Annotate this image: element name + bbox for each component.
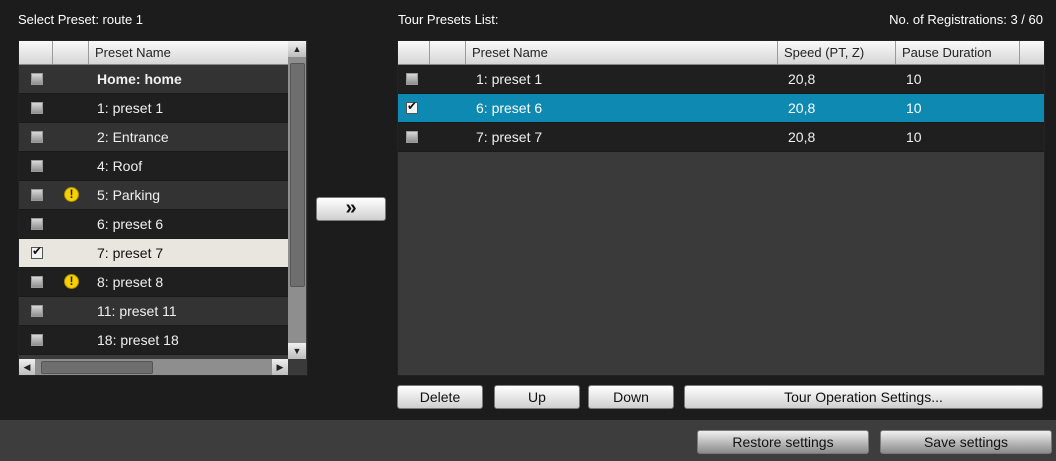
preset-list-horizontal-scrollbar[interactable]: ◀ ▶ (19, 359, 288, 375)
preset-name: 5: Parking (97, 187, 161, 203)
scroll-down-icon[interactable]: ▼ (288, 343, 306, 359)
preset-name: 6: preset 6 (97, 216, 164, 232)
preset-list-panel: Preset Name Home: home 1: preset 1 2: Entr… (18, 40, 308, 376)
preset-name: 2: Entrance (97, 129, 169, 145)
restore-settings-button[interactable]: Restore settings (697, 430, 869, 454)
preset-row[interactable]: 4: Roof (19, 152, 288, 181)
preset-row[interactable]: ! 5: Parking (19, 181, 288, 210)
preset-checkbox[interactable] (31, 244, 43, 259)
tour-preset-name: 6: preset 6 (476, 100, 543, 116)
check-column-header (19, 41, 53, 64)
preset-row[interactable]: 6: preset 6 (19, 210, 288, 239)
warning-icon: ! (64, 187, 79, 202)
preset-name-column-header[interactable]: Preset Name (466, 41, 778, 64)
preset-list-vertical-scrollbar[interactable]: ▲ ▼ (288, 41, 306, 359)
delete-button[interactable]: Delete (397, 385, 483, 409)
tour-preset-checkbox[interactable] (406, 131, 418, 143)
footer-bar: Restore settings Save settings (0, 420, 1056, 461)
scroll-up-icon[interactable]: ▲ (288, 41, 306, 57)
preset-checkbox[interactable] (31, 73, 43, 85)
preset-row[interactable]: 7: preset 7 (19, 239, 288, 268)
tour-list-header: Preset Name Speed (PT, Z) Pause Duration (398, 41, 1044, 65)
save-settings-button[interactable]: Save settings (880, 430, 1052, 454)
preset-checkbox[interactable] (31, 218, 43, 230)
tour-preset-speed: 20,8 (788, 129, 816, 145)
spacer-column-header (430, 41, 466, 64)
preset-row[interactable]: 1: preset 1 (19, 94, 288, 123)
preset-list-grid: Preset Name Home: home 1: preset 1 2: Entr… (19, 41, 288, 359)
preset-checkbox[interactable] (31, 334, 43, 346)
preset-checkbox[interactable] (31, 189, 43, 201)
tour-preset-row[interactable]: 7: preset 7 20,8 10 (398, 123, 1044, 152)
tour-presets-title: Tour Presets List: (398, 12, 499, 27)
preset-checkbox[interactable] (31, 305, 43, 317)
check-column-header (398, 41, 430, 64)
warning-icon: ! (64, 274, 79, 289)
preset-row[interactable]: 18: preset 18 (19, 326, 288, 355)
tour-preset-name: 7: preset 7 (476, 129, 543, 145)
preset-row[interactable]: Home: home (19, 65, 288, 94)
double-chevron-right-icon: » (345, 197, 357, 219)
tour-preset-checkbox[interactable] (406, 99, 418, 114)
preset-row[interactable]: 2: Entrance (19, 123, 288, 152)
scroll-left-icon[interactable]: ◀ (19, 359, 35, 375)
scroll-right-icon[interactable]: ▶ (272, 359, 288, 375)
tour-preset-speed: 20,8 (788, 100, 816, 116)
preset-row[interactable]: ! 8: preset 8 (19, 268, 288, 297)
tour-preset-row[interactable]: 1: preset 1 20,8 10 (398, 65, 1044, 94)
preset-checkbox[interactable] (31, 131, 43, 143)
horizontal-scroll-thumb[interactable] (41, 361, 153, 374)
tour-preset-pause: 10 (906, 71, 922, 87)
tour-preset-name: 1: preset 1 (476, 71, 543, 87)
vertical-scroll-thumb[interactable] (290, 63, 305, 287)
preset-checkbox[interactable] (31, 102, 43, 114)
preset-name-column-header[interactable]: Preset Name (89, 41, 288, 64)
preset-checkbox[interactable] (31, 276, 43, 288)
pause-duration-column-header[interactable]: Pause Duration (896, 41, 1020, 64)
preset-name: 8: preset 8 (97, 274, 164, 290)
select-preset-title: Select Preset: route 1 (18, 12, 144, 27)
preset-name: 4: Roof (97, 158, 143, 174)
preset-row[interactable]: 11: preset 11 (19, 297, 288, 326)
tour-preset-pause: 10 (906, 100, 922, 116)
down-button[interactable]: Down (588, 385, 674, 409)
tour-preset-speed: 20,8 (788, 71, 816, 87)
preset-list-header: Preset Name (19, 41, 288, 65)
up-button[interactable]: Up (494, 385, 580, 409)
tour-operation-settings-button[interactable]: Tour Operation Settings... (684, 385, 1043, 409)
tour-presets-panel: Preset Name Speed (PT, Z) Pause Duration… (397, 40, 1045, 376)
registrations-count: No. of Registrations: 3 / 60 (889, 12, 1043, 27)
status-column-header (53, 41, 89, 64)
preset-name: 18: preset 18 (97, 332, 179, 348)
preset-name: 11: preset 11 (97, 303, 177, 319)
add-to-tour-button[interactable]: » (316, 197, 386, 221)
preset-name: 7: preset 7 (97, 245, 164, 261)
preset-checkbox[interactable] (31, 160, 43, 172)
preset-name: Home: home (97, 71, 182, 87)
tour-preset-row[interactable]: 6: preset 6 20,8 10 (398, 94, 1044, 123)
speed-column-header[interactable]: Speed (PT, Z) (778, 41, 896, 64)
tour-preset-checkbox[interactable] (406, 73, 418, 85)
preset-name: 1: preset 1 (97, 100, 164, 116)
tour-preset-pause: 10 (906, 129, 922, 145)
